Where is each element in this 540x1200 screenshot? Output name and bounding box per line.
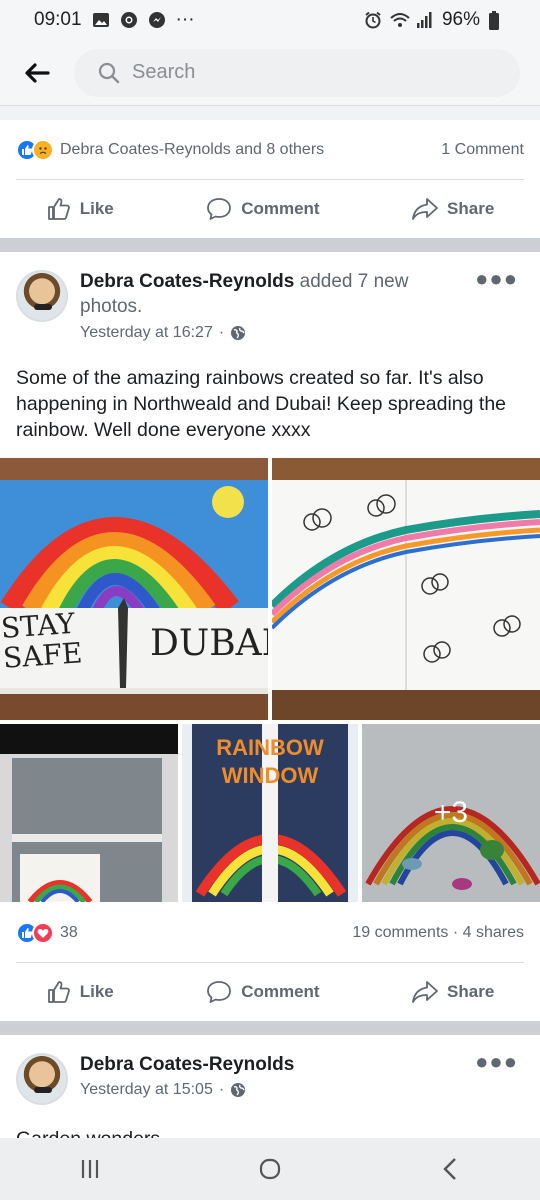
post-options-button[interactable]: ●●● bbox=[475, 1049, 518, 1075]
photo-4[interactable]: RAINBOW WINDOW bbox=[182, 724, 358, 902]
back-arrow-icon bbox=[25, 62, 50, 83]
photo-1[interactable]: STAY SAFE DUBAI bbox=[0, 458, 268, 720]
share-button[interactable]: Share bbox=[397, 188, 508, 230]
comments-count: 19 comments bbox=[352, 924, 449, 941]
comment-button[interactable]: Comment bbox=[191, 188, 333, 230]
author-avatar[interactable] bbox=[16, 270, 68, 322]
comment-label: Comment bbox=[241, 199, 320, 218]
window-rainbow-photo bbox=[0, 724, 178, 902]
feed-gap bbox=[0, 1021, 540, 1035]
post-author-line: Debra Coates-Reynolds added 7 new photos… bbox=[80, 269, 460, 319]
share-icon bbox=[412, 981, 438, 1003]
search-icon bbox=[98, 62, 120, 83]
recent-apps-icon bbox=[81, 1160, 99, 1178]
prev-post-reactions[interactable]: Debra Coates-Reynolds and 8 others 1 Com… bbox=[0, 127, 540, 173]
comment-label: Comment bbox=[241, 982, 320, 1001]
share-button[interactable]: Share bbox=[397, 971, 508, 1013]
like-icon bbox=[47, 198, 70, 220]
signal-icon bbox=[416, 11, 434, 29]
photo-2[interactable] bbox=[272, 458, 540, 720]
shares-count: 4 shares bbox=[462, 924, 524, 941]
photo4-caption: RAINBOW WINDOW bbox=[182, 734, 358, 790]
battery-icon bbox=[488, 11, 506, 30]
photo4-title-2: WINDOW bbox=[221, 763, 319, 788]
share-label: Share bbox=[447, 199, 495, 218]
author-avatar[interactable] bbox=[16, 1053, 68, 1105]
back-button[interactable] bbox=[12, 48, 62, 98]
home-button[interactable] bbox=[240, 1144, 300, 1194]
next-post-text: Garden wonders bbox=[16, 1126, 526, 1138]
share-icon bbox=[412, 198, 438, 220]
love-reaction-icon bbox=[32, 922, 54, 944]
back-chevron-icon bbox=[443, 1158, 456, 1180]
globe-icon bbox=[231, 326, 246, 340]
chrome-icon bbox=[120, 11, 138, 29]
stat-separator: · bbox=[452, 924, 459, 941]
next-post-header: Debra Coates-Reynolds Yesterday at 15:05… bbox=[0, 1035, 540, 1135]
gallery-icon bbox=[92, 11, 110, 29]
comment-icon bbox=[207, 198, 232, 220]
post-timestamp[interactable]: Yesterday at 15:05 · bbox=[80, 1081, 246, 1099]
post-timestamp[interactable]: Yesterday at 16:27 · bbox=[80, 324, 246, 342]
search-input[interactable]: Search bbox=[74, 48, 520, 97]
post-time: Yesterday at 15:05 bbox=[80, 1081, 213, 1098]
alarm-icon bbox=[364, 11, 382, 29]
post-stats[interactable]: 19 comments · 4 shares bbox=[352, 924, 524, 942]
post-text: Some of the amazing rainbows created so … bbox=[16, 367, 507, 441]
feed-gap bbox=[0, 106, 540, 120]
prev-post-actions: Like Comment Share bbox=[0, 180, 540, 238]
post-options-button[interactable]: ●●● bbox=[475, 266, 518, 292]
more-photos-overlay[interactable]: +3 bbox=[362, 724, 540, 902]
home-icon bbox=[259, 1158, 281, 1180]
like-label: Like bbox=[79, 199, 114, 218]
post-actions: Like Comment Share bbox=[0, 963, 540, 1021]
post-reactions[interactable]: 38 19 comments · 4 shares bbox=[0, 910, 540, 956]
like-button[interactable]: Like bbox=[32, 188, 128, 230]
author-name[interactable]: Debra Coates-Reynolds bbox=[80, 271, 294, 292]
time-separator: · bbox=[218, 324, 225, 341]
recent-apps-button[interactable] bbox=[60, 1144, 120, 1194]
back-nav-button[interactable] bbox=[420, 1144, 480, 1194]
reactions-summary: Debra Coates-Reynolds and 8 others bbox=[60, 141, 325, 158]
search-placeholder: Search bbox=[132, 61, 196, 83]
messenger-icon bbox=[148, 11, 166, 29]
like-button[interactable]: Like bbox=[32, 971, 128, 1013]
rainbow-drawing-clouds bbox=[272, 458, 540, 720]
post-time: Yesterday at 16:27 bbox=[80, 324, 213, 341]
reaction-count: 38 bbox=[60, 924, 78, 941]
feed-gap bbox=[0, 238, 540, 252]
photo-3[interactable] bbox=[0, 724, 178, 902]
photo-5[interactable]: +3 bbox=[362, 724, 540, 902]
more-notifications: ··· bbox=[175, 9, 195, 30]
status-bar: 09:01 ··· 96% bbox=[0, 0, 540, 40]
system-nav-bar bbox=[0, 1138, 540, 1200]
photo1-text-left: STAY SAFE bbox=[0, 606, 84, 675]
share-label: Share bbox=[447, 982, 495, 1001]
rainbow-drawing-dubai bbox=[0, 458, 268, 720]
post-header: Debra Coates-Reynolds added 7 new photos… bbox=[0, 252, 540, 352]
top-bar: Search bbox=[0, 40, 540, 106]
comment-icon bbox=[207, 981, 232, 1003]
like-icon bbox=[47, 981, 70, 1003]
time-separator: · bbox=[218, 1081, 225, 1098]
status-time: 09:01 bbox=[34, 9, 82, 30]
photo4-title-1: RAINBOW bbox=[216, 735, 324, 760]
comment-button[interactable]: Comment bbox=[191, 971, 333, 1013]
wifi-icon bbox=[390, 11, 410, 29]
next-post-author-line: Debra Coates-Reynolds bbox=[80, 1052, 460, 1077]
battery-level: 96% bbox=[441, 9, 480, 30]
sad-reaction-icon bbox=[32, 139, 54, 161]
comments-count[interactable]: 1 Comment bbox=[441, 141, 524, 159]
like-label: Like bbox=[79, 982, 114, 1001]
photo1-text-right: DUBAI bbox=[150, 623, 268, 664]
globe-icon bbox=[231, 1083, 246, 1097]
author-name[interactable]: Debra Coates-Reynolds bbox=[80, 1054, 294, 1075]
